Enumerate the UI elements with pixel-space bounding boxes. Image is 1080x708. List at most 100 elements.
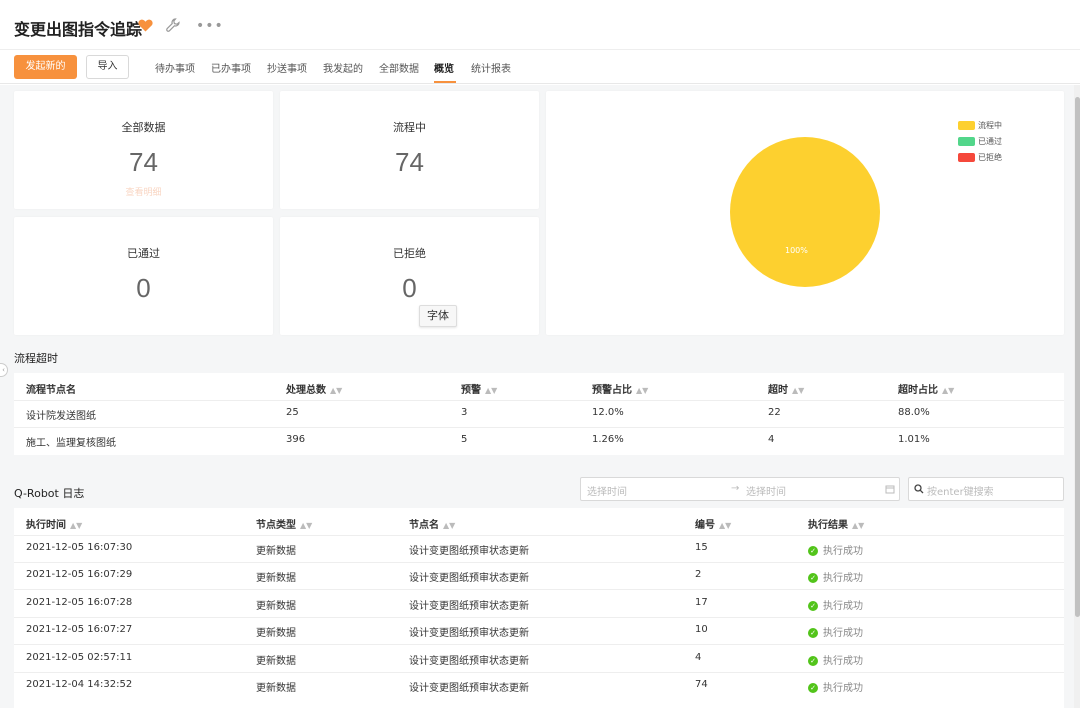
scrollbar-thumb[interactable] xyxy=(1075,97,1080,617)
divider xyxy=(14,427,1064,428)
pie-slice[interactable] xyxy=(730,137,880,287)
stat-card-rejected[interactable]: 已拒绝 0 xyxy=(280,217,539,335)
legend-item-rejected[interactable]: 已拒绝 xyxy=(958,152,1002,164)
sort-icon[interactable]: ▲▼ xyxy=(70,521,82,530)
status-text: 执行成功 xyxy=(823,683,863,694)
log-header-node-name[interactable]: 节点名 ▲▼ xyxy=(409,516,455,531)
success-check-icon: ✓ xyxy=(808,600,818,611)
table-cell: 更新数据 xyxy=(256,683,296,694)
sort-icon[interactable]: ▲▼ xyxy=(485,386,497,395)
tab-cc[interactable]: 抄送事项 xyxy=(267,60,307,75)
table-cell: 88.0% xyxy=(898,407,930,418)
table-cell: 4 xyxy=(695,651,702,663)
table-cell: ✓ 执行成功 xyxy=(808,597,863,612)
sort-icon[interactable]: ▲▼ xyxy=(792,386,804,395)
search-placeholder: 按enter键搜索 xyxy=(927,487,994,498)
table-cell: 2021-12-05 16:07:27 xyxy=(26,624,133,636)
wrench-icon[interactable] xyxy=(166,18,180,35)
start-date-input[interactable]: 选择时间 xyxy=(587,483,627,498)
success-check-icon: ✓ xyxy=(808,683,818,693)
stat-all-value: 74 xyxy=(129,147,158,177)
timeout-header-timeout-ratio[interactable]: 超时占比 ▲▼ xyxy=(898,381,954,396)
legend-item-in-process[interactable]: 流程中 xyxy=(958,120,1002,132)
table-cell: 更新数据 xyxy=(256,655,296,667)
table-cell: 设计变更图纸预审状态更新 xyxy=(409,600,529,612)
import-button[interactable]: 导入 xyxy=(86,55,129,79)
table-cell: 17 xyxy=(695,596,708,608)
table-cell: 2021-12-05 16:07:30 xyxy=(26,542,133,553)
timeout-header-node[interactable]: 流程节点名 xyxy=(26,381,76,396)
sort-icon[interactable]: ▲▼ xyxy=(942,386,954,395)
table-cell: 25 xyxy=(286,407,299,418)
sort-icon[interactable]: ▲▼ xyxy=(852,521,864,530)
legend-label: 已拒绝 xyxy=(978,153,1002,162)
stat-approved-label: 已通过 xyxy=(127,247,160,260)
success-check-icon: ✓ xyxy=(808,573,818,584)
log-header-node-type[interactable]: 节点类型 ▲▼ xyxy=(256,516,312,531)
timeout-header-warning[interactable]: 预警 ▲▼ xyxy=(461,381,497,396)
view-details-link[interactable]: 查看明细 xyxy=(14,185,273,198)
tab-todo[interactable]: 待办事项 xyxy=(155,60,195,75)
table-cell: 396 xyxy=(286,434,306,445)
more-icon[interactable]: ••• xyxy=(196,18,224,34)
tab-initiated[interactable]: 我发起的 xyxy=(323,60,363,75)
table-cell: 2021-12-05 02:57:11 xyxy=(26,651,133,663)
table-cell: 更新数据 xyxy=(256,600,296,612)
calendar-icon[interactable] xyxy=(885,484,895,497)
table-cell: 设计变更图纸预审状态更新 xyxy=(409,683,529,694)
end-date-input[interactable]: 选择时间 xyxy=(746,483,786,498)
status-text: 执行成功 xyxy=(823,546,863,557)
pie-data-label: 100% xyxy=(785,246,808,255)
status-text: 执行成功 xyxy=(823,573,863,585)
stat-card-approved[interactable]: 已通过 0 xyxy=(14,217,273,335)
legend-label: 流程中 xyxy=(978,121,1002,130)
new-button[interactable]: 发起新的 xyxy=(14,55,77,79)
font-tooltip: 字体 xyxy=(419,305,457,327)
log-header-result[interactable]: 执行结果 ▲▼ xyxy=(808,516,864,531)
tab-overview[interactable]: 概览 xyxy=(434,60,454,75)
table-cell: 更新数据 xyxy=(256,573,296,585)
tab-done[interactable]: 已办事项 xyxy=(211,60,251,75)
heart-icon[interactable] xyxy=(138,19,153,35)
timeout-table: 流程节点名 处理总数 ▲▼ 预警 ▲▼ 预警占比 ▲▼ 超时 ▲▼ 超时占比 ▲▼ 设计院… xyxy=(14,373,1064,455)
toolbar: 发起新的 导入 待办事项 已办事项 抄送事项 我发起的 全部数据 概览 统计报表 xyxy=(0,50,1080,84)
stat-in-process-label: 流程中 xyxy=(393,121,426,134)
table-cell: 4 xyxy=(768,434,775,445)
timeout-header-total[interactable]: 处理总数 ▲▼ xyxy=(286,381,342,396)
success-check-icon: ✓ xyxy=(808,546,818,556)
search-input[interactable]: 按enter键搜索 xyxy=(908,477,1064,501)
stat-card-all[interactable]: 全部数据 74 查看明细 xyxy=(14,91,273,209)
tab-reports[interactable]: 统计报表 xyxy=(471,60,511,75)
table-cell: 更新数据 xyxy=(256,546,296,557)
sort-icon[interactable]: ▲▼ xyxy=(636,386,648,395)
status-text: 执行成功 xyxy=(823,655,863,667)
legend-item-approved[interactable]: 已通过 xyxy=(958,136,1002,148)
log-section-title: Q-Robot 日志 xyxy=(14,487,85,500)
sort-icon[interactable]: ▲▼ xyxy=(443,521,455,530)
stat-rejected-value: 0 xyxy=(402,273,417,303)
tab-all-data[interactable]: 全部数据 xyxy=(379,60,419,75)
table-cell: ✓ 执行成功 xyxy=(808,652,863,667)
date-range-picker[interactable]: 选择时间 → 选择时间 xyxy=(580,477,900,501)
legend-label: 已通过 xyxy=(978,137,1002,146)
table-cell: ✓ 执行成功 xyxy=(808,624,863,639)
table-cell: 74 xyxy=(695,679,708,690)
sort-icon[interactable]: ▲▼ xyxy=(719,521,731,530)
stat-card-in-process[interactable]: 流程中 74 xyxy=(280,91,539,209)
table-cell: 10 xyxy=(695,624,708,636)
success-check-icon: ✓ xyxy=(808,655,818,666)
table-cell: ✓ 执行成功 xyxy=(808,679,863,694)
timeout-header-warning-ratio[interactable]: 预警占比 ▲▼ xyxy=(592,381,648,396)
log-header-time[interactable]: 执行时间 ▲▼ xyxy=(26,516,82,531)
table-cell: 更新数据 xyxy=(256,628,296,640)
log-header-number[interactable]: 编号 ▲▼ xyxy=(695,516,731,531)
timeout-header-timeout[interactable]: 超时 ▲▼ xyxy=(768,381,804,396)
sort-icon[interactable]: ▲▼ xyxy=(330,386,342,395)
table-cell: 2 xyxy=(695,569,702,581)
sort-icon[interactable]: ▲▼ xyxy=(300,521,312,530)
app-title: 变更出图指令追踪 xyxy=(14,20,143,39)
table-cell: 设计变更图纸预审状态更新 xyxy=(409,573,529,585)
table-cell: ✓ 执行成功 xyxy=(808,542,863,557)
legend-swatch-icon xyxy=(958,137,975,146)
table-cell: 设计变更图纸预审状态更新 xyxy=(409,546,529,557)
